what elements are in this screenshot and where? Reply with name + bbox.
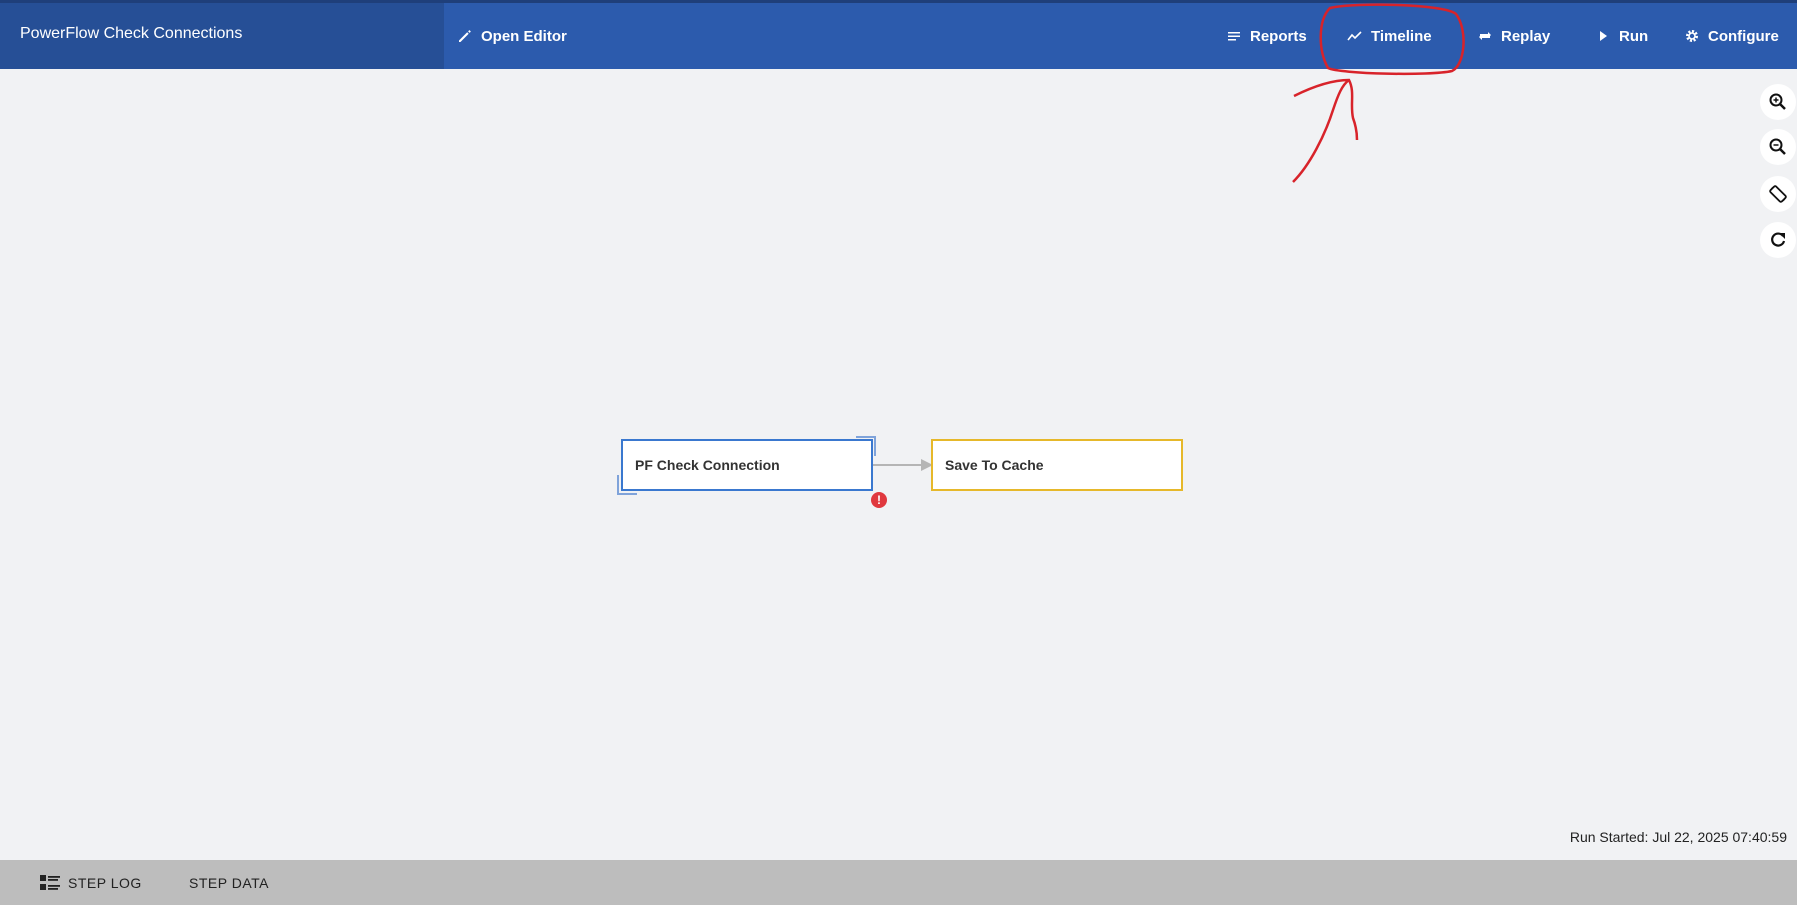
screen-rotation-icon xyxy=(1769,185,1787,203)
flow-node-save-to-cache[interactable]: Save To Cache xyxy=(931,439,1183,491)
list-icon xyxy=(40,874,60,890)
tab-step-log-label: STEP LOG xyxy=(68,874,142,891)
run-started-timestamp: Run Started: Jul 22, 2025 07:40:59 xyxy=(1569,829,1787,845)
zoom-out-button[interactable] xyxy=(1760,129,1796,165)
replay-button[interactable]: Replay xyxy=(1477,3,1550,69)
flow-node-pf-check-connection[interactable]: PF Check Connection xyxy=(621,439,873,491)
refresh-icon xyxy=(1771,232,1786,247)
connector-arrow xyxy=(873,459,933,471)
zoom-out-icon xyxy=(1769,138,1786,155)
rotate-button[interactable] xyxy=(1760,176,1796,212)
tab-step-data[interactable]: STEP DATA xyxy=(189,860,269,905)
gear-icon xyxy=(1686,30,1698,42)
node-label: Save To Cache xyxy=(945,457,1044,473)
replay-label: Replay xyxy=(1501,27,1551,45)
lines-icon xyxy=(1228,32,1240,41)
reports-button[interactable]: Reports xyxy=(1226,3,1307,69)
reports-label: Reports xyxy=(1250,27,1307,45)
tab-step-log[interactable]: STEP LOG xyxy=(40,860,142,905)
pencil-icon xyxy=(459,30,471,42)
error-icon[interactable]: ! xyxy=(871,492,887,508)
timeline-button[interactable]: Timeline xyxy=(1347,3,1432,69)
bottom-tab-bar: STEP LOG STEP DATA xyxy=(0,860,1797,905)
node-label: PF Check Connection xyxy=(635,457,780,473)
app-title-area: PowerFlow Check Connections xyxy=(0,3,444,69)
run-button[interactable]: Run xyxy=(1595,3,1648,69)
configure-button[interactable]: Configure xyxy=(1684,3,1779,69)
top-navigation-bar: PowerFlow Check Connections Open Editor … xyxy=(0,0,1797,69)
play-icon xyxy=(1600,31,1607,41)
app-title: PowerFlow Check Connections xyxy=(20,25,243,42)
red-annotation xyxy=(1292,3,1465,183)
open-editor-label: Open Editor xyxy=(481,27,567,45)
run-label: Run xyxy=(1619,27,1649,45)
tab-step-data-label: STEP DATA xyxy=(189,874,269,891)
timeline-label: Timeline xyxy=(1371,27,1432,45)
configure-label: Configure xyxy=(1708,27,1779,45)
repeat-icon xyxy=(1479,32,1491,40)
selection-corner xyxy=(617,475,637,495)
zoom-in-icon xyxy=(1769,93,1786,110)
trend-line-icon xyxy=(1347,31,1362,41)
selection-corner xyxy=(856,436,876,456)
open-editor-button[interactable]: Open Editor xyxy=(457,3,567,69)
refresh-button[interactable] xyxy=(1760,222,1796,258)
zoom-in-button[interactable] xyxy=(1760,84,1796,120)
